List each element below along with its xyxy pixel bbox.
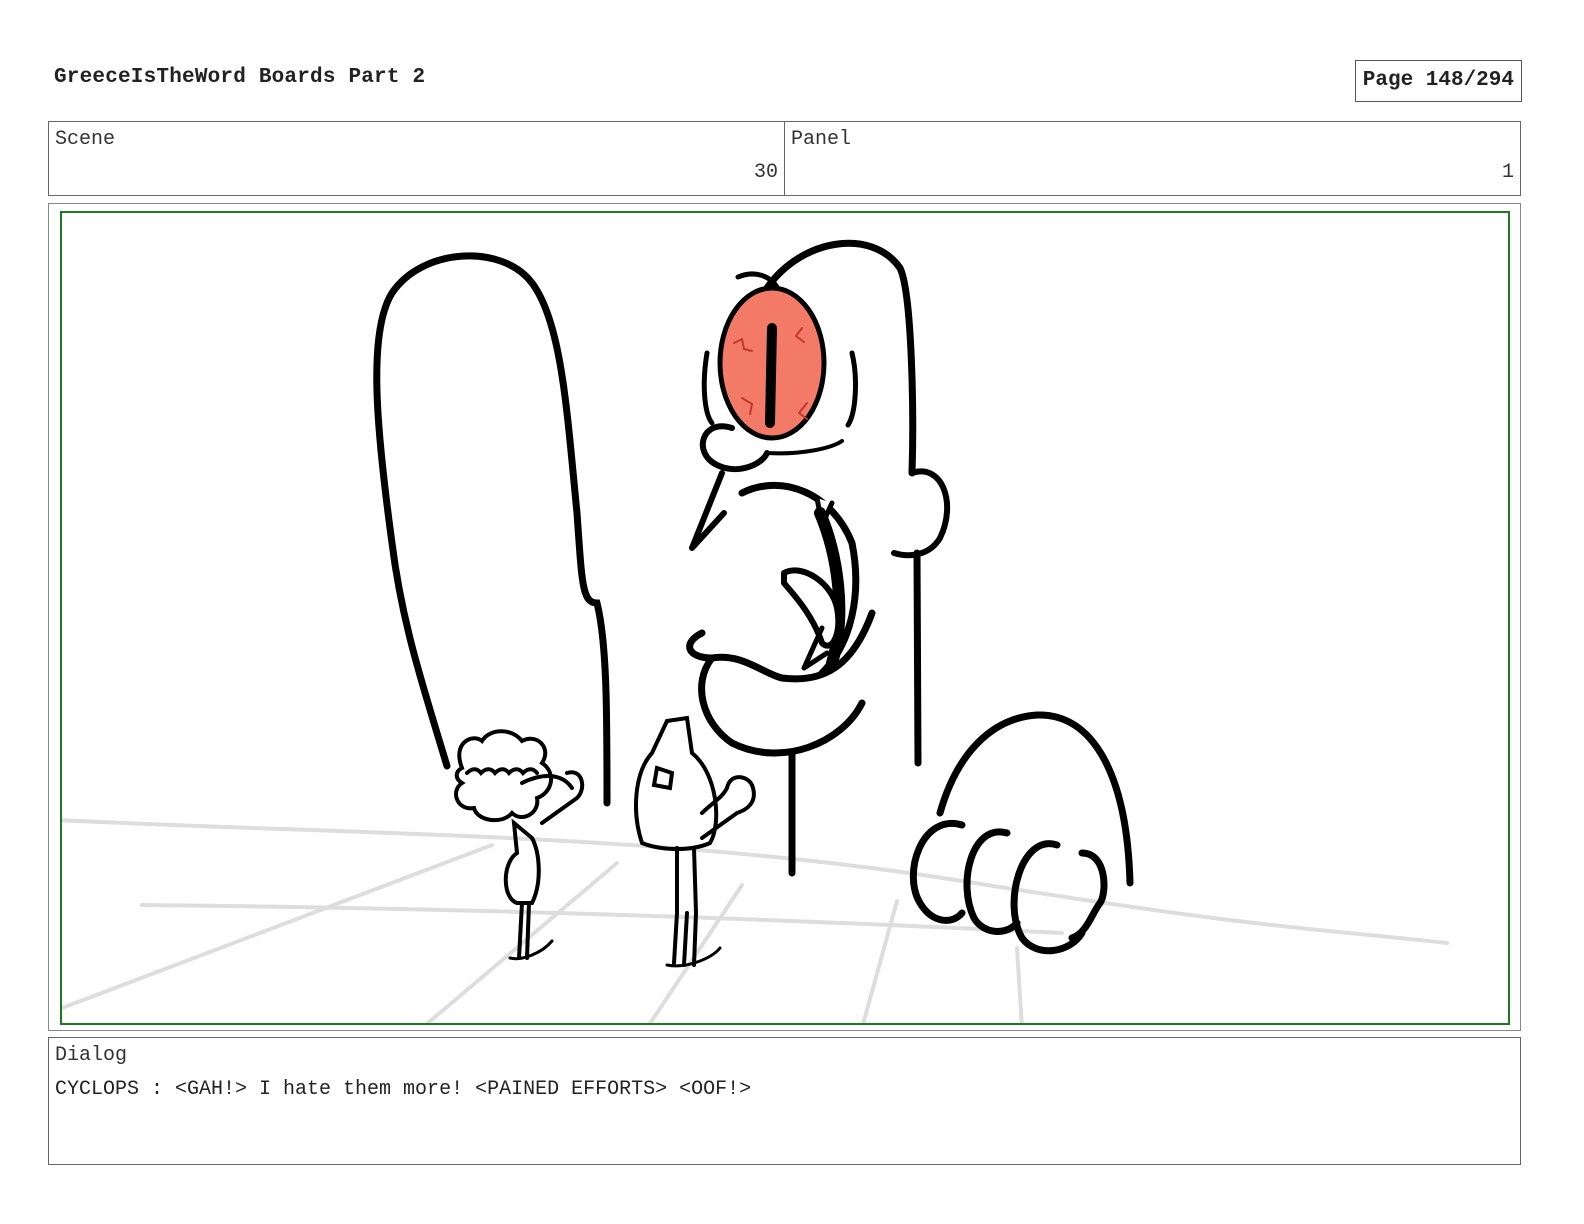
cyclops [686,239,951,877]
curly-haired-kid [454,729,585,961]
document-title: GreeceIsTheWord Boards Part 2 [54,66,426,89]
panel-cell: Panel 1 [784,122,1520,195]
dialog-label: Dialog [55,1044,128,1067]
storyboard-sketch [62,239,1449,1023]
storyboard-panel-frame [48,203,1521,1031]
scene-number: 30 [753,161,778,184]
storyboard-drawing [60,211,1510,1025]
page-number: Page 148/294 [1354,60,1522,102]
background-finger [373,252,611,807]
scene-cell: Scene 30 [49,122,784,195]
dialog-box: Dialog CYCLOPS : <GAH!> I hate them more… [48,1037,1521,1165]
panel-label: Panel [791,128,852,151]
floor-lines [62,818,1449,1023]
panel-number: 1 [1501,161,1514,184]
cyclops-hand [909,711,1134,955]
backpack-kid [634,715,756,968]
scene-label: Scene [55,128,116,151]
dialog-text: CYCLOPS : <GAH!> I hate them more! <PAIN… [55,1078,752,1101]
scene-panel-info: Scene 30 Panel 1 [48,121,1521,196]
